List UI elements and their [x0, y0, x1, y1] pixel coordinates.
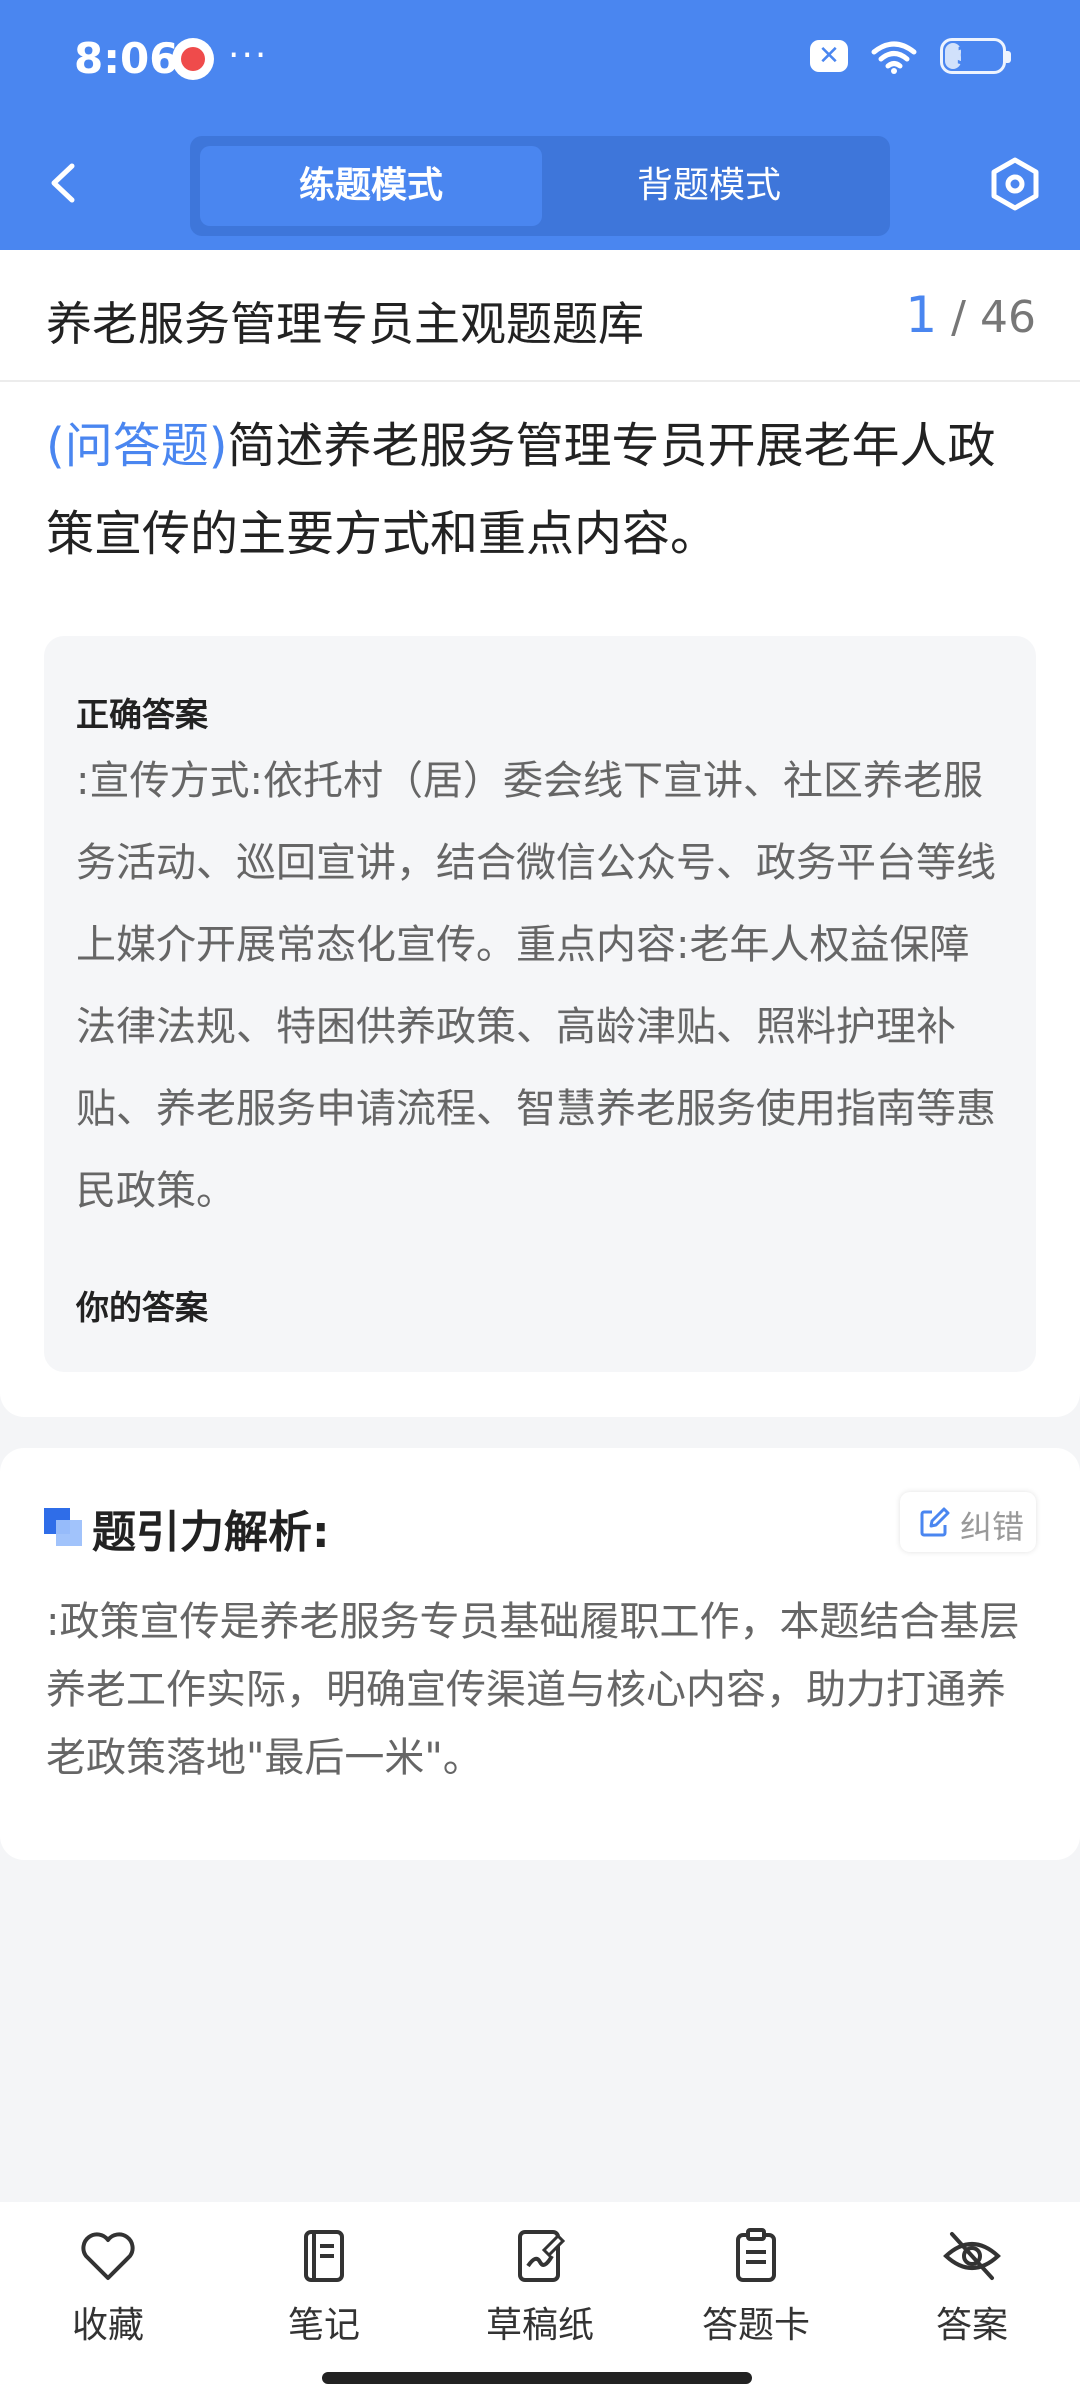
question-counter: 1 / 46 [905, 286, 1036, 344]
status-time: 8:06 [74, 34, 179, 83]
edit-icon [920, 1507, 950, 1537]
analysis-icon [44, 1508, 84, 1548]
draft-paper-icon [518, 2230, 566, 2282]
question-bank-title: 养老服务管理专员主观题题库 [46, 297, 644, 351]
bottom-nav: 收藏 笔记 草稿纸 答题卡 答案 [0, 2202, 1080, 2400]
analysis-card: 题引力解析: 纠错 :政策宣传是养老服务专员基础履职工作，本题结合基层养老工作实… [0, 1448, 1080, 1860]
total-questions: 46 [980, 292, 1036, 343]
battery-percentage: 33 [956, 42, 990, 70]
settings-icon[interactable] [986, 155, 1044, 213]
answer-sheet-label: 答题卡 [701, 2305, 810, 2346]
favorite-button[interactable]: 收藏 [28, 2226, 188, 2356]
show-answer-button[interactable]: 答案 [892, 2226, 1052, 2356]
battery-icon: 33 [940, 38, 1011, 74]
your-answer-label: 你的答案 [76, 1288, 208, 1327]
back-icon[interactable] [40, 158, 90, 208]
draft-paper-button[interactable]: 草稿纸 [460, 2226, 620, 2356]
correct-answer-label: 正确答案 [76, 695, 208, 734]
question-bank-header: 养老服务管理专员主观题题库 1 / 46 [0, 250, 1080, 382]
battery-tip [1006, 51, 1011, 63]
counter-separator: / [951, 292, 966, 343]
question-text: (问答题)简述养老服务管理专员开展老年人政策宣传的主要方式和重点内容。 [46, 402, 1036, 578]
tab-recite-mode[interactable]: 背题模式 [538, 146, 880, 226]
draft-paper-label: 草稿纸 [485, 2305, 594, 2346]
answer-box: 正确答案 :宣传方式:依托村（居）委会线下宣讲、社区养老服务活动、巡回宣讲，结合… [44, 636, 1036, 1372]
home-indicator[interactable] [322, 2372, 752, 2384]
app-notification-icon [172, 38, 214, 80]
answer-sheet-icon [736, 2228, 776, 2282]
current-question-number: 1 [905, 286, 938, 344]
report-error-label: 纠错 [960, 1508, 1025, 1546]
tab-practice-mode[interactable]: 练题模式 [200, 146, 542, 226]
more-notifications-icon: ··· [228, 35, 269, 76]
mode-switch: 练题模式 背题模式 [190, 136, 890, 236]
header: 8:06 ··· ✕ 33 练题模式 背题模式 [0, 0, 1080, 250]
favorite-label: 收藏 [71, 2305, 144, 2346]
wifi-icon [871, 41, 917, 74]
heart-icon [81, 2232, 135, 2280]
question-card: 养老服务管理专员主观题题库 1 / 46 (问答题)简述养老服务管理专员开展老年… [0, 250, 1080, 1417]
notebook-icon [304, 2230, 344, 2282]
notes-label: 笔记 [287, 2305, 360, 2346]
analysis-text: :政策宣传是养老服务专员基础履职工作，本题结合基层养老工作实际，明确宣传渠道与核… [46, 1599, 1020, 1781]
answer-sheet-button[interactable]: 答题卡 [676, 2226, 836, 2356]
eye-off-icon [943, 2232, 1001, 2280]
notes-button[interactable]: 笔记 [244, 2226, 404, 2356]
correct-answer-text: :宣传方式:依托村（居）委会线下宣讲、社区养老服务活动、巡回宣讲，结合微信公众号… [76, 758, 996, 1214]
report-error-button[interactable]: 纠错 [900, 1492, 1036, 1552]
status-bar: 8:06 ··· ✕ 33 [0, 0, 1080, 125]
status-indicators: ✕ 33 [810, 38, 1011, 74]
network-x-icon: ✕ [810, 40, 848, 72]
question-type: (问答题) [46, 418, 228, 474]
show-answer-label: 答案 [935, 2305, 1008, 2346]
analysis-title: 题引力解析: [92, 1507, 330, 1558]
